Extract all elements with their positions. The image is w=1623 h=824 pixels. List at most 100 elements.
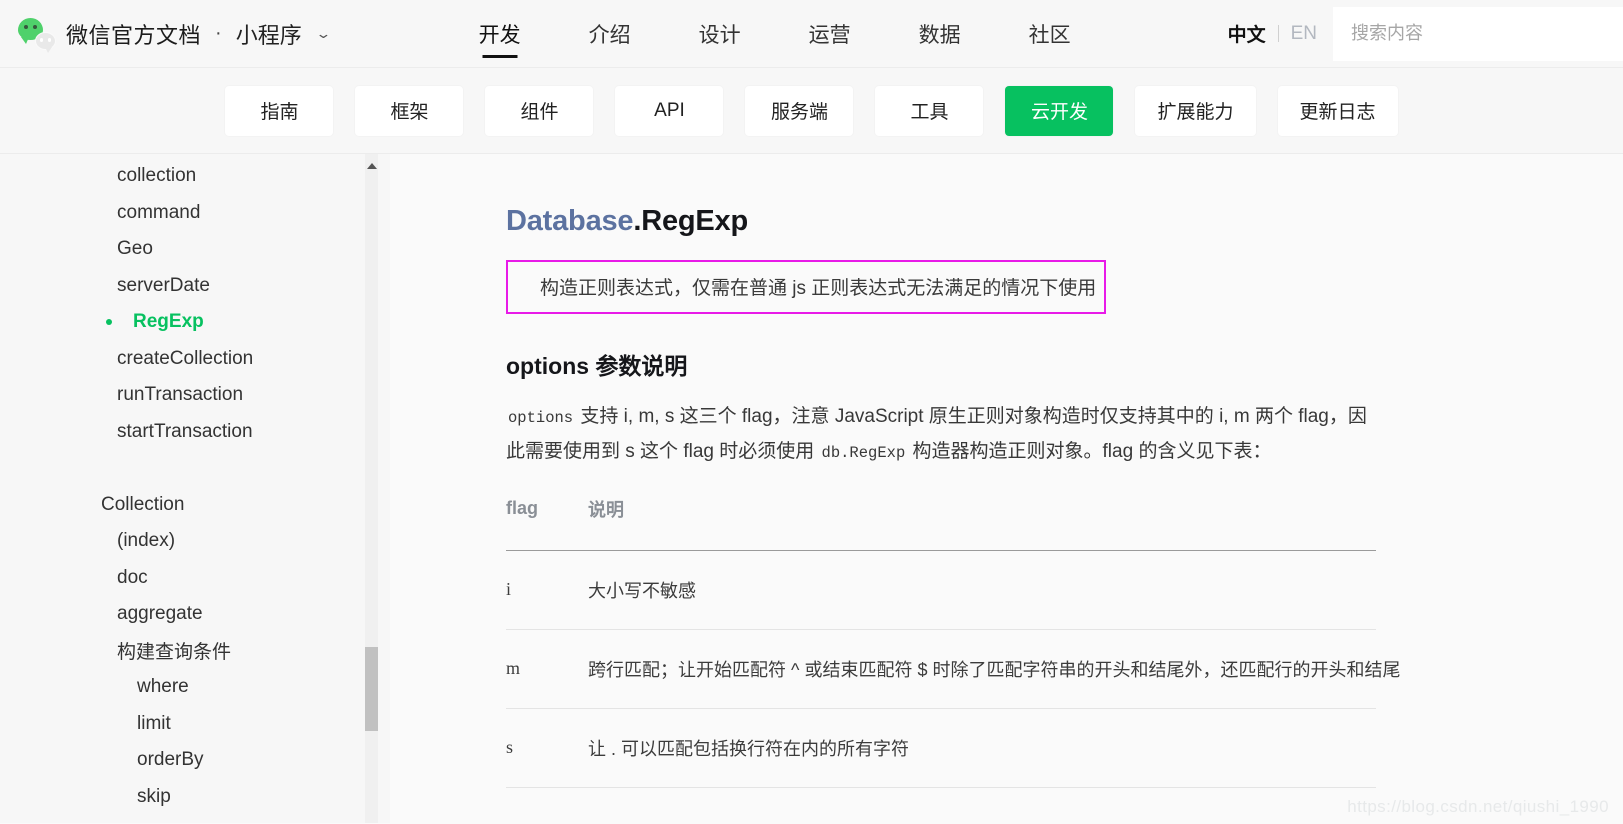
sidebar-item-label: RegExp <box>133 311 204 333</box>
tab-framework[interactable]: 框架 <box>355 85 464 136</box>
tab-guide[interactable]: 指南 <box>225 85 334 136</box>
table-cell-desc: 大小写不敏感 <box>588 550 1376 630</box>
nav-item-dev[interactable]: 开发 <box>445 0 555 67</box>
brand-subtitle[interactable]: 小程序 <box>236 18 302 50</box>
inline-code-options: options <box>508 408 574 427</box>
main-content: Database.RegExp 构造正则表达式，仅需在普通 js 正则表达式无法… <box>390 154 1623 823</box>
sidebar: collection command Geo serverDate RegExp… <box>0 154 390 823</box>
tab-tools[interactable]: 工具 <box>875 85 984 136</box>
flag-table: flag 说明 i 大小写不敏感 m 跨行匹配；让开始匹配符 ^ 或结束匹配符 … <box>506 495 1400 788</box>
sidebar-item-index[interactable]: (index) <box>0 523 390 560</box>
highlighted-description-box: 构造正则表达式，仅需在普通 js 正则表达式无法满足的情况下使用 <box>506 259 1106 314</box>
sidebar-item-label: createCollection <box>117 347 254 369</box>
table-row: i 大小写不敏感 <box>506 550 1376 630</box>
description-text: 构造正则表达式，仅需在普通 js 正则表达式无法满足的情况下使用 <box>540 278 1097 300</box>
tab-cloud-dev[interactable]: 云开发 <box>1005 85 1114 136</box>
sidebar-item-limit[interactable]: limit <box>0 706 390 743</box>
sidebar-item-aggregate[interactable]: aggregate <box>0 596 390 633</box>
search-box[interactable] <box>1333 6 1623 61</box>
lang-divider <box>1277 25 1279 42</box>
sidebar-item-orderby[interactable]: orderBy <box>0 742 390 779</box>
sidebar-item-label: collection <box>117 165 197 187</box>
sidebar-item-label: (index) <box>117 530 176 552</box>
flag-table-body: i 大小写不敏感 m 跨行匹配；让开始匹配符 ^ 或结束匹配符 $ 时除了匹配字… <box>506 550 1400 788</box>
brand[interactable]: 微信官方文档 · 小程序 ⌄ <box>0 0 331 67</box>
wechat-logo-icon <box>18 17 56 53</box>
sidebar-item-doc[interactable]: doc <box>0 560 390 597</box>
triangle-up-icon[interactable] <box>366 163 377 169</box>
table-header-flag: flag <box>506 495 588 551</box>
sub-nav: 指南 框架 组件 API 服务端 工具 云开发 扩展能力 更新日志 <box>0 68 1623 154</box>
page-title-namespace: Database <box>506 205 634 237</box>
nav-item-data[interactable]: 数据 <box>885 0 995 67</box>
sidebar-item-createcollection[interactable]: createCollection <box>0 341 390 378</box>
main-nav: 开发 介绍 设计 运营 数据 社区 <box>445 0 1105 67</box>
sidebar-list: collection command Geo serverDate RegExp… <box>0 158 390 815</box>
sidebar-item-label: 构建查询条件 <box>117 642 232 664</box>
sidebar-item-where[interactable]: where <box>0 669 390 706</box>
sidebar-item-label: startTransaction <box>117 420 253 442</box>
sidebar-group-collection[interactable]: Collection <box>0 487 390 524</box>
sidebar-spacer <box>0 450 390 487</box>
table-cell-flag: m <box>506 629 588 709</box>
sidebar-item-serverdate[interactable]: serverDate <box>0 268 390 305</box>
sidebar-item-collection[interactable]: collection <box>0 158 390 195</box>
page-body: collection command Geo serverDate RegExp… <box>0 154 1623 823</box>
nav-item-community[interactable]: 社区 <box>995 0 1105 67</box>
sidebar-item-label: Collection <box>101 493 185 515</box>
table-cell-flag: i <box>506 550 588 630</box>
section-title-options: options 参数说明 <box>506 352 688 379</box>
nav-item-design[interactable]: 设计 <box>665 0 775 67</box>
sidebar-item-label: orderBy <box>137 749 204 771</box>
sidebar-item-regexp[interactable]: RegExp <box>0 304 390 341</box>
paragraph-part-2: 构造器构造正则对象。flag 的含义见下表： <box>907 440 1272 462</box>
table-row: s 让 . 可以匹配包括换行符在内的所有字符 <box>506 708 1376 788</box>
chevron-down-icon[interactable]: ⌄ <box>315 26 331 42</box>
lang-cn[interactable]: 中文 <box>1228 20 1266 47</box>
tab-api[interactable]: API <box>615 85 724 136</box>
table-row: m 跨行匹配；让开始匹配符 ^ 或结束匹配符 $ 时除了匹配字符串的开头和结尾外… <box>506 629 1400 709</box>
sidebar-item-label: command <box>117 201 201 223</box>
sidebar-item-build-query[interactable]: 构建查询条件 <box>0 633 390 670</box>
sidebar-item-label: skip <box>137 785 171 807</box>
table-cell-desc: 跨行匹配；让开始匹配符 ^ 或结束匹配符 $ 时除了匹配字符串的开头和结尾外，还… <box>588 629 1400 709</box>
lang-en[interactable]: EN <box>1291 23 1317 45</box>
sidebar-item-label: doc <box>117 566 148 588</box>
options-paragraph: options 支持 i, m, s 这三个 flag，注意 JavaScrip… <box>506 400 1376 470</box>
table-cell-desc: 让 . 可以匹配包括换行符在内的所有字符 <box>588 708 1376 788</box>
flag-table-head: flag 说明 <box>506 495 1376 551</box>
inline-code-db-regexp: db.RegExp <box>821 443 906 462</box>
search-input[interactable] <box>1349 22 1607 45</box>
tab-changelog[interactable]: 更新日志 <box>1277 85 1398 136</box>
tab-extended[interactable]: 扩展能力 <box>1135 85 1256 136</box>
watermark: https://blog.csdn.net/qiushi_1990 <box>1347 797 1609 816</box>
scrollbar-thumb[interactable] <box>365 647 378 731</box>
page-title-member: .RegExp <box>633 205 748 237</box>
sidebar-item-geo[interactable]: Geo <box>0 231 390 268</box>
sidebar-item-skip[interactable]: skip <box>0 779 390 816</box>
sidebar-item-starttransaction[interactable]: startTransaction <box>0 414 390 451</box>
language-switcher: 中文 EN <box>1228 20 1333 47</box>
table-header-desc: 说明 <box>588 495 1376 551</box>
sidebar-scrollbar[interactable] <box>365 154 378 823</box>
nav-item-operation[interactable]: 运营 <box>775 0 885 67</box>
bullet-icon <box>106 319 112 326</box>
top-header: 微信官方文档 · 小程序 ⌄ 开发 介绍 设计 运营 数据 社区 中文 EN <box>0 0 1623 68</box>
tab-components[interactable]: 组件 <box>485 85 594 136</box>
header-right: 中文 EN <box>1228 0 1623 67</box>
tab-server[interactable]: 服务端 <box>745 85 854 136</box>
page-title: Database.RegExp <box>506 205 1623 238</box>
sidebar-item-label: aggregate <box>117 603 203 625</box>
sidebar-item-command[interactable]: command <box>0 195 390 232</box>
nav-item-intro[interactable]: 介绍 <box>555 0 665 67</box>
table-header-row: flag 说明 <box>506 495 1376 551</box>
sidebar-item-label: runTransaction <box>117 384 244 406</box>
brand-title: 微信官方文档 <box>66 22 202 48</box>
sidebar-item-label: serverDate <box>117 274 210 296</box>
sidebar-item-label: where <box>137 676 189 698</box>
sidebar-item-runtransaction[interactable]: runTransaction <box>0 377 390 414</box>
sidebar-item-label: Geo <box>117 238 153 260</box>
brand-separator: · <box>215 22 222 44</box>
table-cell-flag: s <box>506 708 588 788</box>
sidebar-item-label: limit <box>137 712 171 734</box>
